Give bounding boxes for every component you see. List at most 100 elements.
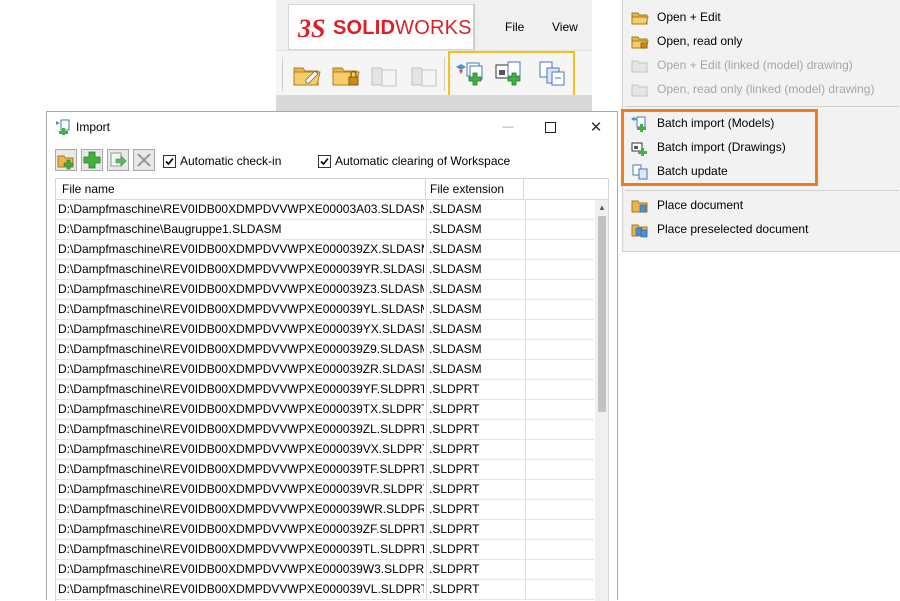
table-row[interactable]: D:\Dampfmaschine\REV0IDB00XDMPDVVWPXE000… [56,320,594,340]
import-button[interactable] [107,149,129,171]
menu-view[interactable]: View [552,20,578,34]
batch-menu-highlight [621,109,818,186]
cell-file-extension: .SLDASM [426,260,524,279]
folder-linked-icon [631,60,648,73]
menu-separator [625,106,899,107]
open-edit-icon[interactable] [292,60,322,88]
table-row[interactable]: D:\Dampfmaschine\REV0IDB00XDMPDVVWPXE000… [56,560,594,580]
table-row[interactable]: D:\Dampfmaschine\REV0IDB00XDMPDVVWPXE000… [56,460,594,480]
auto-checkin-label: Automatic check-in [180,154,282,168]
table-row[interactable]: D:\Dampfmaschine\Baugruppe1.SLDASM .SLDAS… [56,220,594,240]
solidworks-workspace [276,95,592,111]
scroll-up-arrow-icon[interactable]: ▲ [595,200,608,214]
table-row[interactable]: D:\Dampfmaschine\REV0IDB00XDMPDVVWPXE000… [56,280,594,300]
menu-item-open-read-only[interactable]: Open, read only [623,30,900,54]
table-row[interactable]: D:\Dampfmaschine\REV0IDB00XDMPDVVWPXE000… [56,300,594,320]
toolbar-separator [282,57,283,91]
vertical-scrollbar[interactable]: ▲ [595,200,608,601]
table-row[interactable]: D:\Dampfmaschine\REV0IDB00XDMPDVVWPXE000… [56,540,594,560]
table-row[interactable]: D:\Dampfmaschine\REV0IDB00XDMPDVVWPXE000… [56,480,594,500]
folder-linked-icon [631,84,648,97]
import-dialog: Import — ✕ Automatic check-in Automatic … [46,111,618,601]
table-row[interactable]: D:\Dampfmaschine\REV0IDB00XDMPDVVWPXE000… [56,200,594,220]
add-folder-button[interactable] [55,149,77,171]
close-icon: ✕ [589,119,603,136]
cell-file-extension: .SLDPRT [426,460,524,479]
remove-button[interactable] [133,149,155,171]
cell-empty [525,360,595,379]
cell-file-extension: .SLDPRT [426,420,524,439]
dialog-titlebar[interactable]: Import — ✕ [47,112,617,142]
solidworks-wordmark: SOLIDWORKS [333,17,472,40]
menu-item-label: Place preselected document [657,222,809,236]
solidworks-logo: 3S SOLIDWORKS [288,4,474,50]
cell-file-extension: .SLDPRT [426,380,524,399]
cell-file-extension: .SLDPRT [426,520,524,539]
add-file-button[interactable] [81,149,103,171]
cell-empty [525,400,595,419]
cell-file-name: D:\Dampfmaschine\REV0IDB00XDMPDVVWPXE000… [58,522,424,536]
open-read-only-linked-drawing-icon [411,67,437,87]
checkbox-box[interactable] [163,154,176,168]
file-list-grid: File name File extension D:\Dampfmaschin… [55,178,609,601]
cell-file-extension: .SLDASM [426,340,524,359]
cell-empty [525,300,595,319]
place-document-icon [631,200,648,213]
scrollbar-thumb[interactable] [598,216,606,412]
cell-empty [525,420,595,439]
open-linked-drawing-icon [371,67,397,87]
cell-file-name: D:\Dampfmaschine\REV0IDB00XDMPDVVWPXE000… [58,342,424,356]
pdm-toolbar [276,50,592,97]
column-header-file-name[interactable]: File name [56,179,426,199]
table-row[interactable]: D:\Dampfmaschine\REV0IDB00XDMPDVVWPXE000… [56,580,594,600]
open-read-only-icon[interactable] [331,60,361,88]
table-row[interactable]: D:\Dampfmaschine\REV0IDB00XDMPDVVWPXE000… [56,440,594,460]
folder-open-icon [631,12,649,25]
cell-empty [525,460,595,479]
minimize-button[interactable]: — [493,116,523,138]
table-row[interactable]: D:\Dampfmaschine\REV0IDB00XDMPDVVWPXE000… [56,380,594,400]
maximize-button[interactable] [535,116,565,138]
table-row[interactable]: D:\Dampfmaschine\REV0IDB00XDMPDVVWPXE000… [56,260,594,280]
toolbar-separator [444,57,445,91]
logo-works-text: WORKS [395,17,472,39]
menu-separator [625,190,899,191]
cell-file-name: D:\Dampfmaschine\REV0IDB00XDMPDVVWPXE000… [58,502,424,516]
column-header-file-extension[interactable]: File extension [424,179,522,199]
auto-clear-workspace-checkbox[interactable]: Automatic clearing of Workspace [318,154,510,168]
table-row[interactable]: D:\Dampfmaschine\REV0IDB00XDMPDVVWPXE000… [56,340,594,360]
table-row[interactable]: D:\Dampfmaschine\REV0IDB00XDMPDVVWPXE000… [56,500,594,520]
cell-file-extension: .SLDASM [426,200,524,219]
cell-file-name: D:\Dampfmaschine\REV0IDB00XDMPDVVWPXE000… [58,422,424,436]
cell-empty [525,560,595,579]
cell-empty [525,520,595,539]
table-row[interactable]: D:\Dampfmaschine\REV0IDB00XDMPDVVWPXE000… [56,420,594,440]
cell-file-extension: .SLDPRT [426,580,524,599]
grid-body: D:\Dampfmaschine\REV0IDB00XDMPDVVWPXE000… [56,200,594,600]
cell-file-name: D:\Dampfmaschine\REV0IDB00XDMPDVVWPXE000… [58,402,424,416]
auto-checkin-checkbox[interactable]: Automatic check-in [163,154,281,168]
cell-empty [525,380,595,399]
close-button[interactable]: ✕ [581,116,611,138]
cell-file-name: D:\Dampfmaschine\REV0IDB00XDMPDVVWPXE000… [58,482,424,496]
minimize-icon: — [502,121,514,133]
cell-file-name: D:\Dampfmaschine\REV0IDB00XDMPDVVWPXE000… [58,242,424,256]
table-row[interactable]: D:\Dampfmaschine\REV0IDB00XDMPDVVWPXE000… [56,360,594,380]
column-separator[interactable] [523,179,524,199]
menu-item-label: Open, read only (linked (model) drawing) [657,82,875,96]
menu-file[interactable]: File [505,20,524,34]
svg-text:3S: 3S [297,14,325,43]
menu-item-open-edit[interactable]: Open + Edit [623,6,900,30]
cell-file-name: D:\Dampfmaschine\REV0IDB00XDMPDVVWPXE000… [58,362,424,376]
cell-empty [525,440,595,459]
menu-item-place-preselected-document[interactable]: Place preselected document [623,218,900,242]
cell-empty [525,540,595,559]
table-row[interactable]: D:\Dampfmaschine\REV0IDB00XDMPDVVWPXE000… [56,520,594,540]
cell-file-extension: .SLDPRT [426,440,524,459]
table-row[interactable]: D:\Dampfmaschine\REV0IDB00XDMPDVVWPXE000… [56,240,594,260]
cell-file-extension: .SLDASM [426,360,524,379]
menu-item-place-document[interactable]: Place document [623,194,900,218]
checkbox-box[interactable] [318,154,331,168]
menu-item-open-read-only-linked: Open, read only (linked (model) drawing) [623,78,900,102]
table-row[interactable]: D:\Dampfmaschine\REV0IDB00XDMPDVVWPXE000… [56,400,594,420]
